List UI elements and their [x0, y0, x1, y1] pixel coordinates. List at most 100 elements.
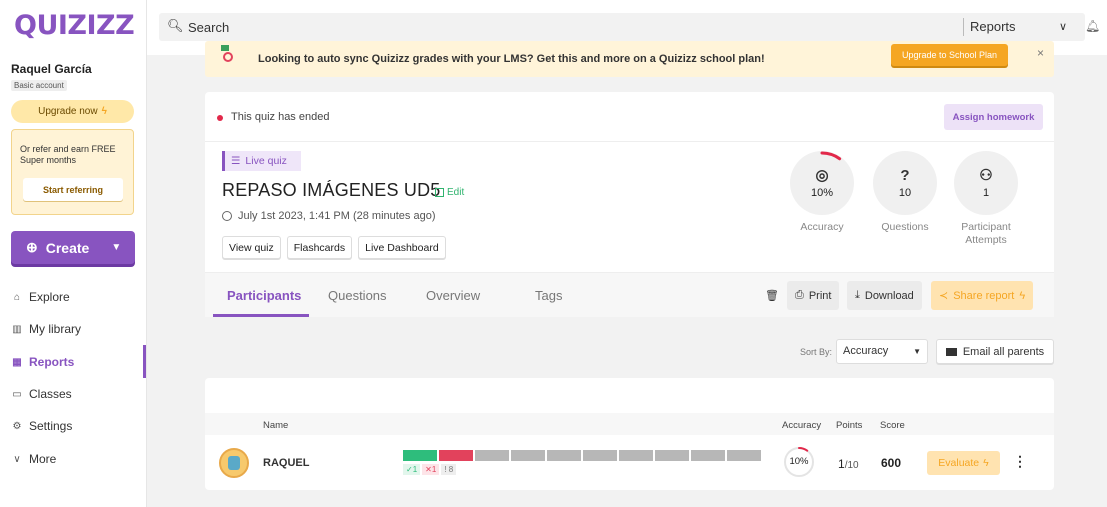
download-label: Download [864, 289, 914, 302]
classes-icon: ▭ [12, 388, 22, 400]
envelope-icon [945, 347, 957, 356]
upgrade-now-button[interactable]: Upgrade now ϟ [11, 100, 134, 123]
lms-sync-icon [217, 43, 237, 65]
caret-down-icon: ▼ [913, 347, 921, 356]
participants-label: Participant Attempts [961, 221, 1011, 246]
assign-homework-button[interactable]: Assign homework [944, 104, 1043, 130]
sidebar-item-my-library[interactable]: ▥ My library [11, 319, 147, 339]
answer-bar-none [511, 450, 545, 461]
lms-upgrade-banner: Looking to auto sync Quizizz grades with… [205, 41, 1054, 77]
start-referring-button[interactable]: Start referring [23, 178, 123, 201]
participant-name[interactable]: RAQUEL [263, 457, 309, 469]
participants-stat: ⚇ 1 Participant Attempts [951, 151, 1021, 247]
email-all-parents-button[interactable]: Email all parents [936, 339, 1054, 364]
chevron-down-icon: ∨ [13, 453, 21, 465]
download-button[interactable]: ⤓ Download [847, 281, 922, 310]
answer-bars [403, 450, 761, 461]
quiz-date-text: July 1st 2023, 1:41 PM (28 minutes ago) [238, 210, 436, 222]
print-button[interactable]: ⎙ Print [787, 281, 840, 310]
refer-text: Or refer and earn FREE Super months [20, 144, 116, 165]
sidebar: QUIZIZZ Raquel García Basic account Upgr… [0, 0, 147, 507]
answer-bar-none [691, 450, 725, 461]
table-header: Name Accuracy Points Score [205, 413, 1054, 435]
refer-box: Or refer and earn FREE Super months Star… [11, 129, 134, 215]
download-icon: ⤓ [855, 289, 860, 301]
row-accuracy: 10% [789, 456, 809, 467]
answer-bar-none [547, 450, 581, 461]
share-report-button[interactable]: ≺ Share report ϟ [931, 281, 1034, 310]
answer-bar-correct [403, 450, 437, 461]
printer-icon: ⎙ [795, 289, 804, 301]
avatar [219, 448, 249, 478]
points-value: 1 [838, 457, 845, 471]
chevron-down-icon[interactable]: ∨ [1059, 20, 1067, 33]
bolt-icon: ϟ [1019, 289, 1026, 302]
quiz-status-row: This quiz has ended Assign homework [205, 92, 1054, 142]
sidebar-item-settings[interactable]: ⚙ Settings [11, 416, 147, 436]
email-label: Email all parents [962, 345, 1045, 358]
quiz-title: REPASO IMÁGENES UD5 [222, 180, 441, 200]
library-icon: ▥ [12, 323, 22, 335]
questions-label: Questions [881, 221, 929, 233]
edit-quiz-link[interactable]: Edit [435, 187, 464, 198]
participants-table: Name Accuracy Points Score RAQUEL ✓1 ✕1 … [205, 378, 1054, 490]
reports-icon: ▦ [12, 356, 22, 368]
trash-icon: 🗑 [765, 290, 779, 302]
delete-button[interactable]: 🗑 [757, 281, 787, 310]
sidebar-item-reports[interactable]: ▦ Reports [11, 352, 147, 372]
user-name: Raquel García [11, 62, 92, 76]
evaluate-label: Evaluate [938, 457, 980, 469]
account-type-badge: Basic account [11, 80, 67, 91]
sort-select[interactable]: Accuracy ▼ [836, 339, 928, 364]
more-options-icon[interactable]: ⋮ [1013, 453, 1027, 470]
share-label: Share report [953, 289, 1015, 302]
tab-participants[interactable]: Participants [227, 288, 301, 303]
answer-bar-none [619, 450, 653, 461]
correct-count: ✓1 [403, 464, 421, 475]
quiz-summary-card: This quiz has ended Assign homework ☰ Li… [205, 92, 1054, 317]
status-dot [217, 115, 223, 121]
header-accuracy: Accuracy [782, 420, 822, 431]
points-total: /10 [844, 460, 859, 471]
header-score: Score [880, 420, 905, 431]
edit-icon [435, 188, 444, 197]
view-quiz-button[interactable]: View quiz [222, 236, 281, 259]
sidebar-item-more[interactable]: ∨ More [11, 449, 147, 469]
tab-overview[interactable]: Overview [426, 288, 480, 303]
participants-icon: ⚇ [979, 166, 993, 184]
sort-value: Accuracy [843, 345, 889, 357]
header-name: Name [263, 420, 289, 431]
share-icon: ≺ [939, 290, 949, 302]
sidebar-item-classes[interactable]: ▭ Classes [11, 384, 147, 404]
tab-questions[interactable]: Questions [328, 288, 387, 303]
print-label: Print [808, 289, 832, 302]
close-icon[interactable]: × [1037, 46, 1044, 60]
settings-icon: ⚙ [12, 420, 22, 432]
create-button[interactable]: ⊕ Create ▼ [11, 231, 135, 264]
search-input[interactable]: 🔍︎ Search Reports ∨ [159, 13, 1085, 41]
quiz-type-badge: ☰ Live quiz [222, 151, 301, 171]
sidebar-item-label: Reports [29, 355, 75, 369]
flashcards-button[interactable]: Flashcards [286, 236, 353, 259]
evaluate-button[interactable]: Evaluate ϟ [927, 451, 1000, 475]
search-scope-select[interactable]: Reports [970, 19, 1016, 34]
bolt-icon: ϟ [101, 106, 107, 117]
quizizz-logo[interactable]: QUIZIZZ [14, 10, 135, 41]
answer-bar-none [727, 450, 761, 461]
explore-icon: ⌂ [13, 291, 21, 303]
search-placeholder: Search [188, 20, 230, 35]
answer-bar-incorrect [439, 450, 473, 461]
live-dashboard-button[interactable]: Live Dashboard [358, 236, 446, 259]
participants-circle: ⚇ 1 [954, 151, 1018, 215]
header-points: Points [836, 420, 863, 431]
sidebar-item-label: Settings [29, 419, 73, 433]
upgrade-school-plan-button[interactable]: Upgrade to School Plan [891, 44, 1008, 66]
sidebar-item-explore[interactable]: ⌂ Explore [11, 287, 147, 307]
search-icon: 🔍︎ [167, 18, 184, 33]
bell-icon[interactable]: 🔔︎ [1085, 19, 1100, 33]
active-tab-indicator [213, 314, 309, 317]
list-icon: ☰ [231, 155, 241, 167]
tab-tags[interactable]: Tags [535, 288, 562, 303]
question-icon: ? [900, 166, 910, 184]
quiz-type-label: Live quiz [245, 155, 287, 167]
